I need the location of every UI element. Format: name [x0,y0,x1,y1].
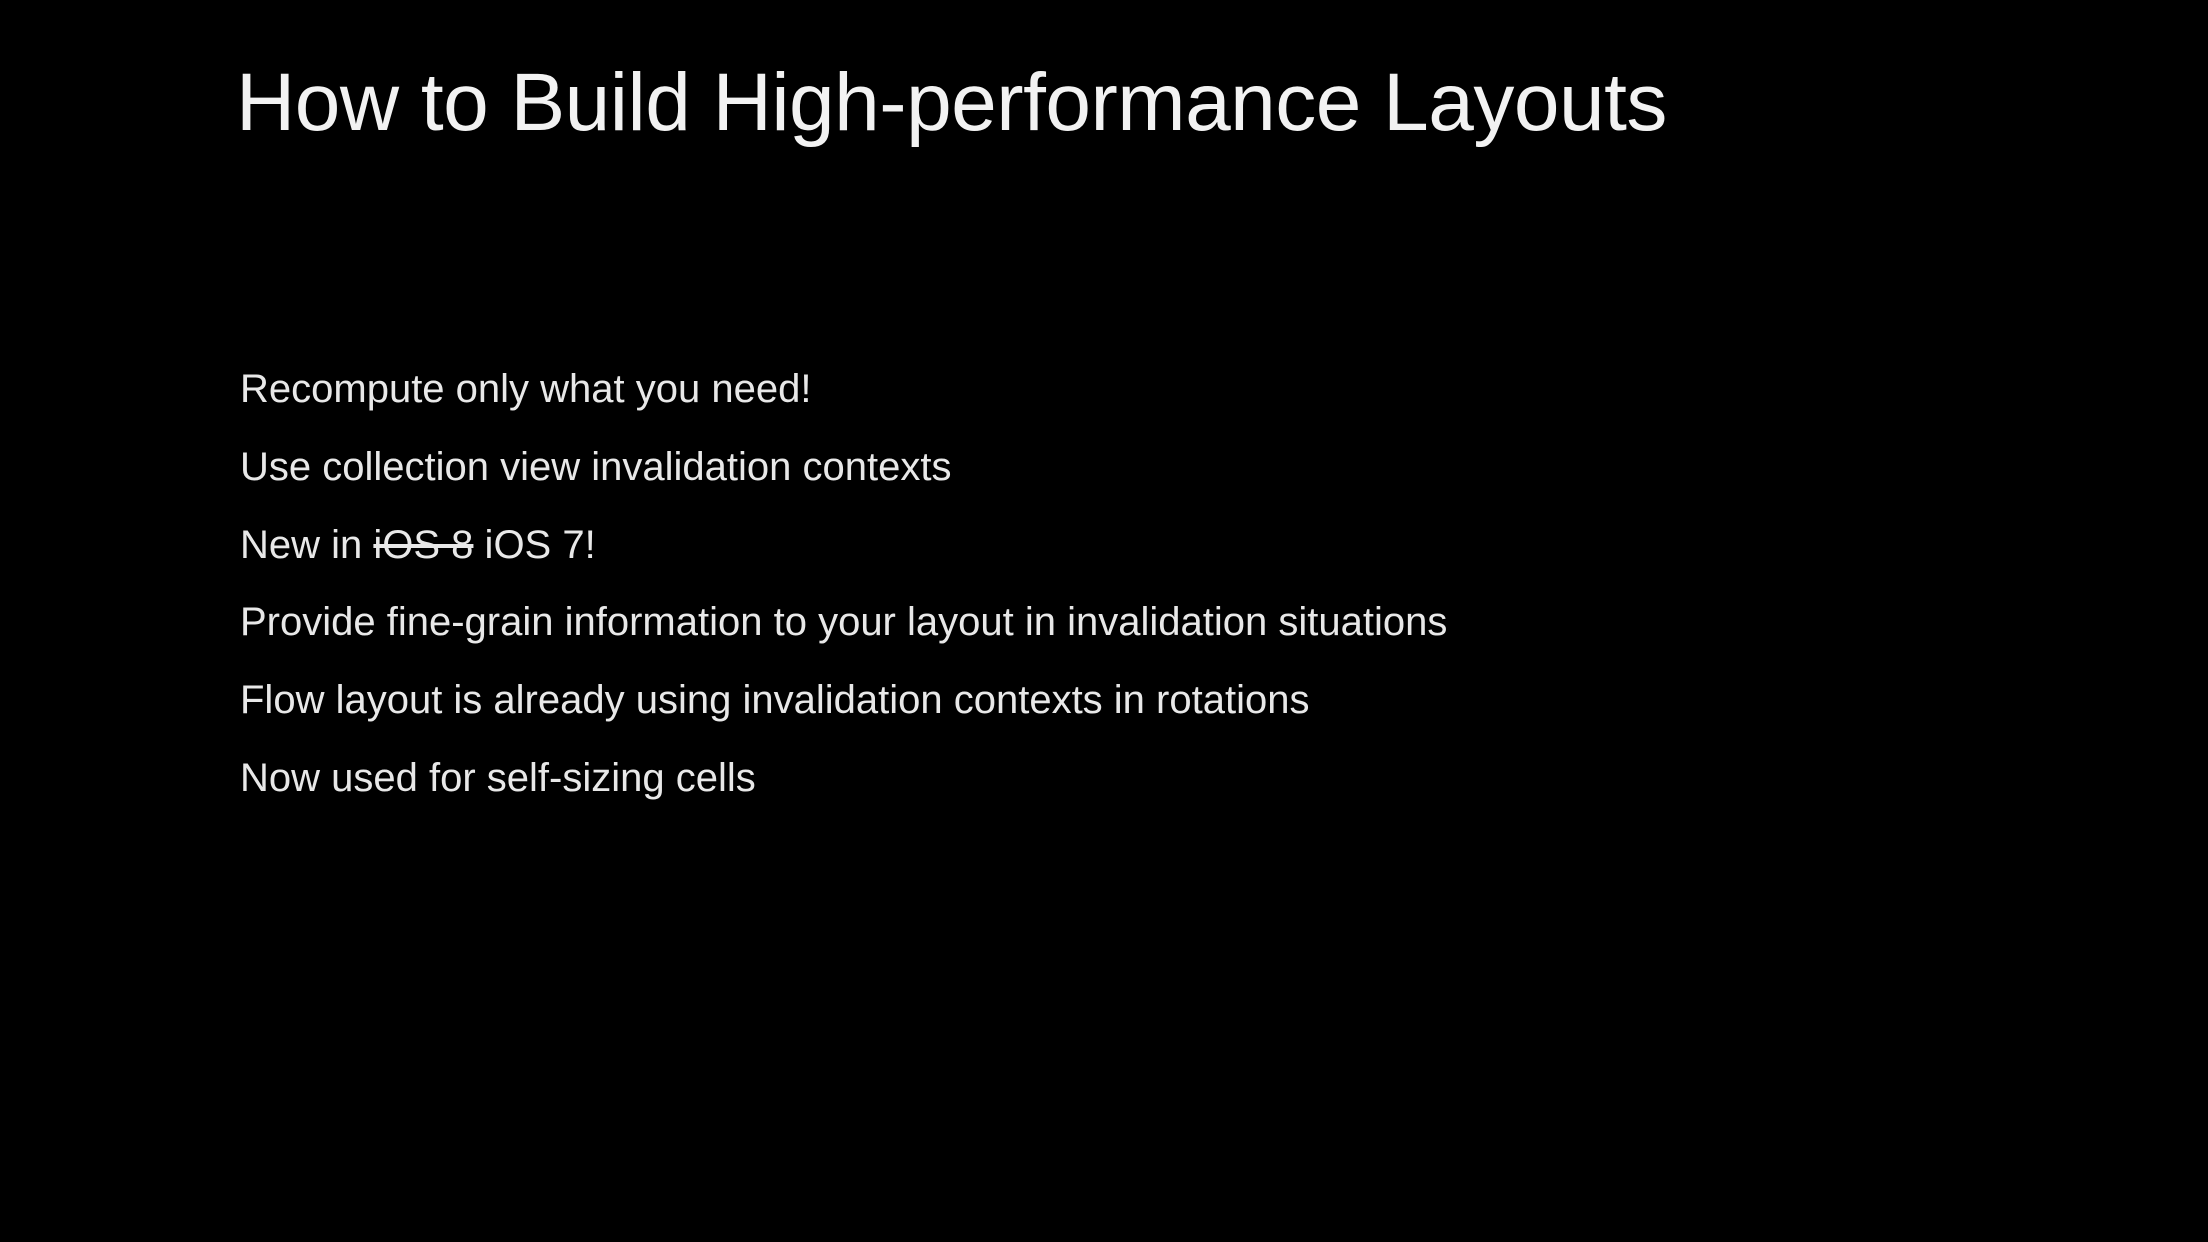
bullet-item: Now used for self-sizing cells [240,755,756,800]
bullet-item: Use collection view invalidation context… [240,444,952,489]
bullet-item: Recompute only what you need! [240,367,812,411]
bullet-suffix: iOS 7! [473,522,596,567]
bullet-prefix: New in [240,522,374,567]
bullet-item: New in iOS 8 iOS 7! [240,520,1447,598]
struck-text: iOS 8 [373,522,474,567]
bullet-list: Recompute only what you need! Use collec… [240,364,1447,831]
bullet-item: Provide fine-grain information to your l… [240,600,1448,645]
slide-title: How to Build High-performance Layouts [236,57,1667,148]
bullet-item: Flow layout is already using invalidatio… [240,678,1310,723]
